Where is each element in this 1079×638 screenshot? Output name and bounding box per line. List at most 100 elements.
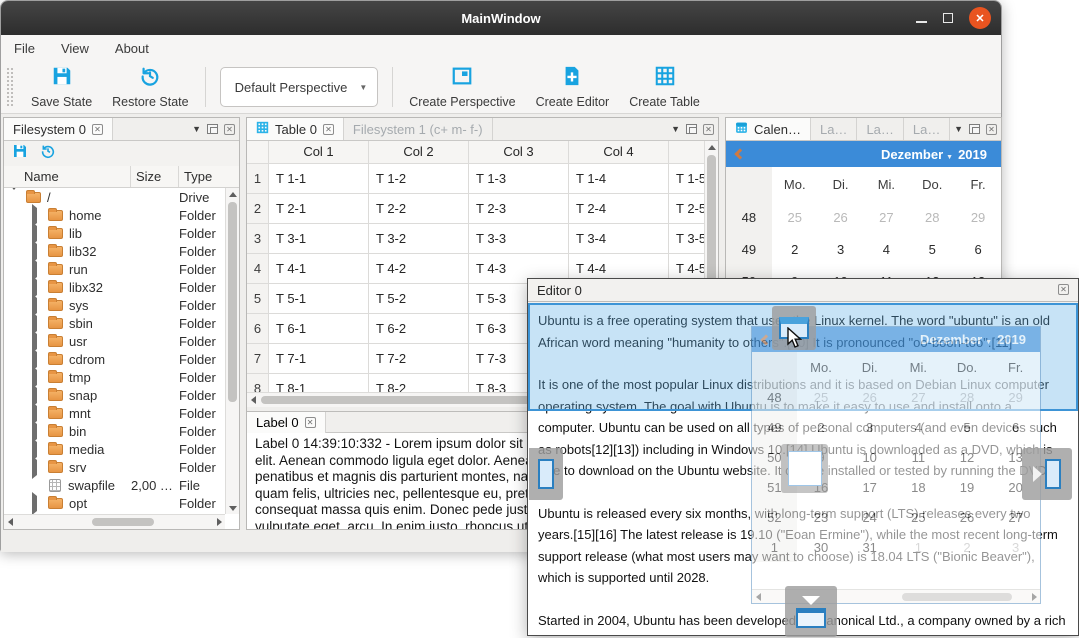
panel-close-icon[interactable]: ✕ xyxy=(703,124,714,135)
tab-close-icon[interactable]: ✕ xyxy=(323,124,334,135)
table-cell[interactable]: T 3-3 xyxy=(469,224,569,254)
table-cell[interactable]: T 3-2 xyxy=(369,224,469,254)
calendar-day[interactable]: 5 xyxy=(909,233,955,265)
toolbar-drag-handle[interactable] xyxy=(7,68,13,106)
table-cell[interactable]: T 7-1 xyxy=(269,344,369,374)
expander-icon[interactable] xyxy=(32,352,42,367)
column-header[interactable]: Col 3 xyxy=(469,141,569,164)
panel-float-icon[interactable] xyxy=(969,124,980,134)
table-cell[interactable]: T 2-2 xyxy=(369,194,469,224)
expander-icon[interactable] xyxy=(10,190,20,205)
expander-icon[interactable] xyxy=(32,298,42,313)
row-header[interactable]: 4 xyxy=(247,254,269,284)
table-cell[interactable]: T 3-4 xyxy=(569,224,669,254)
tree-row[interactable]: optFolder xyxy=(4,494,225,512)
tree-row[interactable]: lib32Folder xyxy=(4,242,225,260)
column-header[interactable]: Col 4 xyxy=(569,141,669,164)
calendar-day[interactable]: 6 xyxy=(955,233,1001,265)
tab-close-icon[interactable]: ✕ xyxy=(305,417,316,428)
editor-close-icon[interactable]: ✕ xyxy=(1058,284,1069,295)
tab-label-1[interactable]: La… xyxy=(811,118,857,140)
tree-row[interactable]: tmpFolder xyxy=(4,368,225,386)
tree-row[interactable]: usrFolder xyxy=(4,332,225,350)
column-header[interactable]: Col 1 xyxy=(269,141,369,164)
panel-menu-icon[interactable]: ▼ xyxy=(671,124,680,134)
expander-icon[interactable] xyxy=(32,316,42,331)
column-header[interactable]: Col 2 xyxy=(369,141,469,164)
table-cell[interactable]: T 1-2 xyxy=(369,164,469,194)
tab-label-2[interactable]: La… xyxy=(857,118,903,140)
tree-row[interactable]: mediaFolder xyxy=(4,440,225,458)
row-header[interactable]: 5 xyxy=(247,284,269,314)
table-cell[interactable]: T 1-3 xyxy=(469,164,569,194)
row-header[interactable]: 6 xyxy=(247,314,269,344)
table-cell[interactable]: T 5-1 xyxy=(269,284,369,314)
tab-filesystem-1[interactable]: Filesystem 1 (c+ m- f-) xyxy=(344,118,493,140)
tree-row[interactable]: mntFolder xyxy=(4,404,225,422)
table-cell[interactable]: T 5-2 xyxy=(369,284,469,314)
tab-close-icon[interactable]: ✕ xyxy=(92,124,103,135)
panel-menu-icon[interactable]: ▼ xyxy=(954,124,963,134)
prev-month-icon[interactable] xyxy=(734,148,745,159)
calendar-day[interactable]: 25 xyxy=(772,201,818,233)
tab-calendar-0[interactable]: Calen… xyxy=(726,118,811,140)
tree-row[interactable]: sysFolder xyxy=(4,296,225,314)
tab-label-3[interactable]: La… xyxy=(904,118,950,140)
calendar-day[interactable]: 27 xyxy=(863,201,909,233)
close-icon[interactable]: ✕ xyxy=(969,7,991,29)
expander-icon[interactable] xyxy=(32,442,42,457)
table-cell[interactable]: T 6-2 xyxy=(369,314,469,344)
tree-row[interactable]: libx32Folder xyxy=(4,278,225,296)
tab-table-0[interactable]: Table 0 ✕ xyxy=(247,118,344,140)
create-perspective-button[interactable]: Create Perspective xyxy=(399,61,525,113)
menu-item-about[interactable]: About xyxy=(115,41,149,56)
tree-row[interactable]: homeFolder xyxy=(4,206,225,224)
tree-row[interactable]: binFolder xyxy=(4,422,225,440)
expander-icon[interactable] xyxy=(32,208,42,223)
expander-icon[interactable] xyxy=(32,370,42,385)
table-cell[interactable]: T 4-1 xyxy=(269,254,369,284)
calendar-day[interactable]: 4 xyxy=(863,233,909,265)
expander-icon[interactable] xyxy=(32,334,42,349)
row-header[interactable]: 1 xyxy=(247,164,269,194)
menu-item-view[interactable]: View xyxy=(61,41,89,56)
table-cell[interactable]: T 3-1 xyxy=(269,224,369,254)
create-editor-button[interactable]: Create Editor xyxy=(526,61,620,113)
row-header[interactable]: 7 xyxy=(247,344,269,374)
tree-row[interactable]: cdromFolder xyxy=(4,350,225,368)
row-header[interactable]: 3 xyxy=(247,224,269,254)
expander-icon[interactable] xyxy=(32,496,42,511)
editor-titlebar[interactable]: Editor 0 ✕ xyxy=(528,279,1078,302)
titlebar[interactable]: MainWindow ✕ xyxy=(1,1,1001,35)
tree-row[interactable]: srvFolder xyxy=(4,458,225,476)
tree-row[interactable]: runFolder xyxy=(4,260,225,278)
tree-vertical-scrollbar[interactable] xyxy=(225,188,239,514)
tree-header[interactable]: Name Size Type xyxy=(4,166,239,188)
expander-icon[interactable] xyxy=(32,406,42,421)
history-icon[interactable] xyxy=(40,143,56,164)
table-cell[interactable]: T 6-1 xyxy=(269,314,369,344)
table-cell[interactable]: T 7-2 xyxy=(369,344,469,374)
calendar-month[interactable]: Dezember xyxy=(881,147,943,162)
tab-label-0[interactable]: Label 0 ✕ xyxy=(247,412,326,433)
dock-indicator-right-icon[interactable] xyxy=(1022,448,1072,500)
save-icon[interactable] xyxy=(12,143,28,164)
table-cell[interactable]: T 1-1 xyxy=(269,164,369,194)
expander-icon[interactable] xyxy=(32,244,42,259)
panel-float-icon[interactable] xyxy=(686,124,697,134)
menu-item-file[interactable]: File xyxy=(14,41,35,56)
table-cell[interactable]: T 2-3 xyxy=(469,194,569,224)
tree-row[interactable]: snapFolder xyxy=(4,386,225,404)
panel-menu-icon[interactable]: ▼ xyxy=(192,124,201,134)
table-cell[interactable]: T 2-4 xyxy=(569,194,669,224)
row-header[interactable]: 2 xyxy=(247,194,269,224)
calendar-day[interactable]: 2 xyxy=(772,233,818,265)
calendar-day[interactable]: 28 xyxy=(909,201,955,233)
tree-row[interactable]: libFolder xyxy=(4,224,225,242)
dock-indicator-bottom-icon[interactable] xyxy=(785,586,837,637)
restore-state-button[interactable]: Restore State xyxy=(102,61,198,113)
tree-row[interactable]: swapfile2,00 …File xyxy=(4,476,225,494)
minimize-icon[interactable] xyxy=(916,21,927,23)
tree-horizontal-scrollbar[interactable] xyxy=(4,514,225,529)
dock-indicator-left-icon[interactable] xyxy=(529,448,563,500)
